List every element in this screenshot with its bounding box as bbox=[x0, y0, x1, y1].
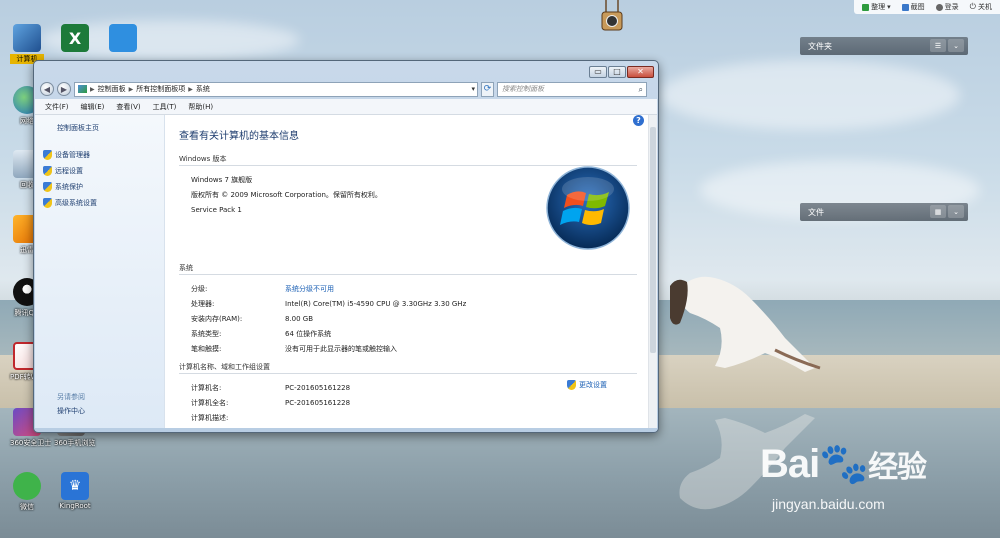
window-content: 控制面板主页 设备管理器 远程设置 系统保护 高级系统设置 另请参阅 操作中心 … bbox=[35, 115, 657, 428]
wechat-icon bbox=[13, 472, 41, 500]
back-button[interactable]: ◀ bbox=[40, 82, 54, 96]
task-advanced-settings[interactable]: 高级系统设置 bbox=[43, 195, 164, 211]
refresh-button[interactable]: ⟳ bbox=[481, 81, 494, 97]
task-pane: 控制面板主页 设备管理器 远程设置 系统保护 高级系统设置 另请参阅 操作中心 bbox=[35, 115, 165, 428]
scrollbar-thumb[interactable] bbox=[650, 127, 656, 353]
grid-view-icon[interactable]: ▦ bbox=[930, 205, 946, 218]
menu-help[interactable]: 帮助(H) bbox=[188, 102, 213, 112]
folder-gadget[interactable]: 文件夹 ☰ ⌄ bbox=[800, 37, 968, 55]
shield-icon bbox=[43, 182, 52, 192]
chevron-right-icon: ▶ bbox=[90, 85, 95, 93]
paw-icon: 🐾 bbox=[819, 442, 869, 486]
desktop-icon-baidu-netdisk[interactable] bbox=[106, 24, 140, 52]
system-row-type: 系统类型: 64 位操作系统 bbox=[191, 329, 332, 338]
task-device-manager[interactable]: 设备管理器 bbox=[43, 147, 164, 163]
login-icon bbox=[935, 3, 943, 11]
kingroot-icon: ♛ bbox=[61, 472, 89, 500]
breadcrumb-all-items[interactable]: 所有控制面板项 bbox=[136, 84, 185, 94]
file-gadget[interactable]: 文件 ▦ ⌄ bbox=[800, 203, 968, 221]
page-title: 查看有关计算机的基本信息 bbox=[179, 131, 299, 142]
main-pane: ? 查看有关计算机的基本信息 Windows 版本 Windows 7 旗舰版 … bbox=[165, 115, 657, 428]
control-panel-icon bbox=[78, 85, 87, 93]
maximize-button[interactable]: □ bbox=[608, 66, 626, 78]
woman-image bbox=[670, 276, 821, 372]
menu-bar: 文件(F) 编辑(E) 查看(V) 工具(T) 帮助(H) bbox=[35, 99, 657, 115]
window-caption-buttons: ▭ □ ✕ bbox=[589, 66, 654, 78]
breadcrumb-control-panel[interactable]: 控制面板 bbox=[98, 84, 126, 94]
breadcrumb-system[interactable]: 系统 bbox=[196, 84, 210, 94]
menu-file[interactable]: 文件(F) bbox=[45, 102, 69, 112]
computer-row-fullname: 计算机全名: PC-201605161228 bbox=[191, 398, 351, 407]
desktop-icon-kingroot[interactable]: ♛ KingRoot bbox=[58, 472, 92, 510]
shield-icon bbox=[43, 166, 52, 176]
screenshot-button[interactable]: 截图 bbox=[898, 2, 929, 12]
action-center-link[interactable]: 操作中心 bbox=[57, 406, 85, 416]
top-toolbar: 整理 ▾ 截图 登录 ⏻ 关机 bbox=[854, 0, 1000, 14]
menu-edit[interactable]: 编辑(E) bbox=[81, 102, 105, 112]
menu-view[interactable]: 查看(V) bbox=[116, 102, 140, 112]
see-also-label: 另请参阅 bbox=[57, 393, 85, 401]
chevron-down-icon[interactable]: ⌄ bbox=[948, 39, 964, 52]
task-remote-settings[interactable]: 远程设置 bbox=[43, 163, 164, 179]
power-button[interactable]: ⏻ 关机 bbox=[966, 2, 996, 12]
screenshot-icon bbox=[901, 3, 909, 11]
rating-link[interactable]: 系统分级不可用 bbox=[285, 284, 334, 294]
system-row-pen-touch: 笔和触摸: 没有可用于此显示器的笔或触控输入 bbox=[191, 344, 397, 353]
section-computer-name: 计算机名称、域和工作组设置 bbox=[179, 362, 637, 374]
organize-button[interactable]: 整理 ▾ bbox=[858, 2, 895, 12]
windows-logo-icon bbox=[546, 166, 630, 250]
computer-row-description: 计算机描述: bbox=[191, 413, 229, 422]
system-row-rating: 分级: 系统分级不可用 bbox=[191, 284, 334, 294]
computer-icon bbox=[13, 24, 41, 52]
navigation-bar: ◀ ▶ ▶ 控制面板 ▶ 所有控制面板项 ▶ 系统 ▾ ⟳ 搜索控制面板 ⌕ bbox=[40, 81, 652, 97]
chevron-down-icon: ▾ bbox=[887, 3, 891, 11]
organize-icon bbox=[862, 3, 870, 11]
close-button[interactable]: ✕ bbox=[627, 66, 654, 78]
desktop-icon-wechat[interactable]: 微信 bbox=[10, 472, 44, 512]
system-row-ram: 安装内存(RAM): 8.00 GB bbox=[191, 314, 314, 323]
system-row-processor: 处理器: Intel(R) Core(TM) i5-4590 CPU @ 3.3… bbox=[191, 299, 467, 308]
vertical-scrollbar[interactable] bbox=[648, 115, 657, 428]
camera-icon[interactable] bbox=[600, 0, 624, 32]
control-panel-home-link[interactable]: 控制面板主页 bbox=[57, 123, 164, 133]
address-dropdown-icon[interactable]: ▾ bbox=[471, 85, 475, 93]
login-button[interactable]: 登录 bbox=[932, 2, 963, 12]
baidu-jingyan-watermark: Bai🐾经验 jingyan.baidu.com bbox=[760, 442, 927, 512]
excel-icon: X bbox=[61, 24, 89, 52]
chevron-down-icon[interactable]: ⌄ bbox=[948, 205, 964, 218]
help-icon[interactable]: ? bbox=[633, 115, 644, 126]
power-icon: ⏻ bbox=[969, 2, 976, 11]
desktop-icon-excel[interactable]: X bbox=[58, 24, 92, 52]
search-input[interactable]: 搜索控制面板 ⌕ bbox=[497, 81, 647, 97]
forward-button[interactable]: ▶ bbox=[57, 82, 71, 96]
shield-icon bbox=[43, 150, 52, 160]
minimize-button[interactable]: ▭ bbox=[589, 66, 607, 78]
search-icon[interactable]: ⌕ bbox=[639, 85, 643, 95]
section-system: 系统 bbox=[179, 263, 637, 275]
chevron-right-icon: ▶ bbox=[188, 85, 193, 93]
shield-icon bbox=[43, 198, 52, 208]
change-settings-link[interactable]: 更改设置 bbox=[567, 380, 607, 390]
baidu-netdisk-icon bbox=[109, 24, 137, 52]
task-system-protection[interactable]: 系统保护 bbox=[43, 179, 164, 195]
menu-tools[interactable]: 工具(T) bbox=[153, 102, 177, 112]
address-bar[interactable]: ▶ 控制面板 ▶ 所有控制面板项 ▶ 系统 ▾ bbox=[74, 81, 478, 97]
chevron-right-icon: ▶ bbox=[128, 85, 134, 93]
system-window: ▭ □ ✕ ◀ ▶ ▶ 控制面板 ▶ 所有控制面板项 ▶ 系统 ▾ ⟳ 搜索控制… bbox=[33, 60, 659, 433]
shield-icon bbox=[567, 380, 576, 390]
desktop-icon-computer[interactable]: 计算机 bbox=[10, 24, 44, 64]
list-view-icon[interactable]: ☰ bbox=[930, 39, 946, 52]
